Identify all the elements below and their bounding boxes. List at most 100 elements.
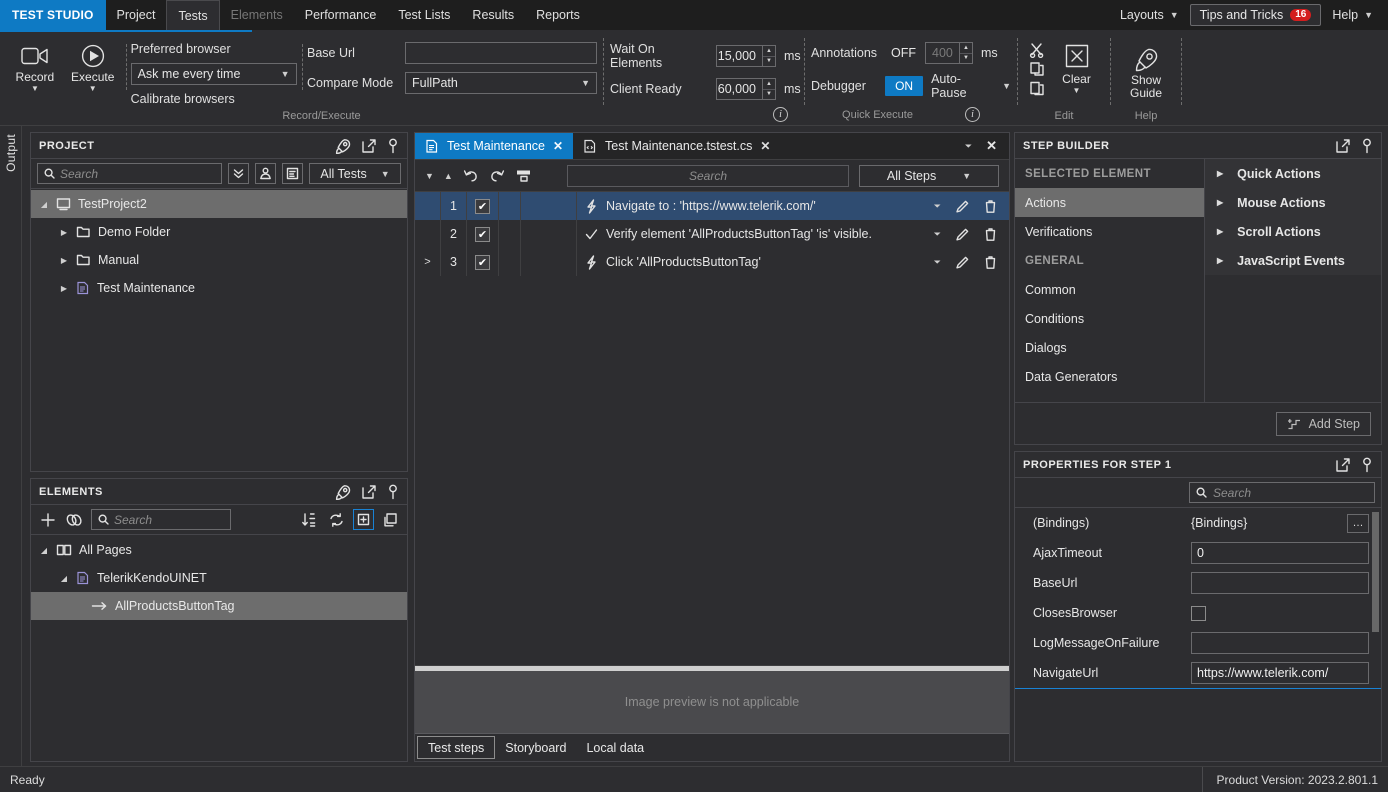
row-expander[interactable]: [415, 192, 441, 220]
chevron-down-icon[interactable]: ⏷: [934, 257, 941, 268]
add-step-button[interactable]: Add Step: [1275, 411, 1371, 436]
group-quick-actions[interactable]: ▶ Quick Actions: [1205, 159, 1381, 188]
edit-pencil-icon[interactable]: [955, 227, 970, 242]
twisty-open-icon[interactable]: ◢: [59, 574, 69, 583]
delete-trash-icon[interactable]: [984, 199, 997, 214]
add-element-icon[interactable]: [37, 509, 58, 530]
record-button[interactable]: Record ▼: [6, 36, 64, 93]
category-item-dialogs[interactable]: Dialogs: [1015, 333, 1204, 362]
properties-search-input[interactable]: Search: [1189, 482, 1375, 503]
step-enabled-checkbox[interactable]: ✔: [467, 248, 499, 276]
annotations-toggle[interactable]: OFF: [887, 46, 917, 60]
twisty-open-icon[interactable]: ◢: [39, 546, 49, 555]
chevron-down-icon[interactable]: ⏷: [934, 229, 941, 240]
duplicate-icon[interactable]: [380, 509, 401, 530]
twisty-closed-icon[interactable]: ▶: [59, 284, 69, 293]
pin-icon[interactable]: [387, 138, 399, 154]
rocket-icon[interactable]: [334, 484, 351, 500]
refresh-icon[interactable]: [326, 509, 347, 530]
property-value-input[interactable]: [1191, 572, 1369, 594]
table-row[interactable]: > 3 ✔ Click 'AllProductsButtonTag' ⏷: [415, 248, 1009, 276]
twisty-closed-icon[interactable]: ▶: [59, 228, 69, 237]
link-element-icon[interactable]: [64, 509, 85, 530]
menu-item-project[interactable]: Project: [106, 0, 167, 30]
tab-test-maintenance[interactable]: Test Maintenance ✕: [415, 133, 574, 159]
add-page-icon[interactable]: [353, 509, 374, 530]
group-scroll-actions[interactable]: ▶ Scroll Actions: [1205, 217, 1381, 246]
close-icon[interactable]: ✕: [760, 139, 770, 153]
pin-icon[interactable]: [387, 484, 399, 500]
help-menu[interactable]: Help ▼: [1323, 4, 1382, 26]
bottom-tab-storyboard[interactable]: Storyboard: [495, 734, 576, 761]
open-external-icon[interactable]: [1335, 457, 1351, 473]
menu-item-performance[interactable]: Performance: [294, 0, 388, 30]
sort-az-icon[interactable]: [299, 509, 320, 530]
bottom-tab-test-steps[interactable]: Test steps: [417, 736, 496, 759]
client-ready-stepper[interactable]: 60,000 ▲ ▼: [716, 78, 776, 100]
edit-pencil-icon[interactable]: [955, 199, 970, 214]
elements-tree-item-allproductsbuttontag[interactable]: AllProductsButtonTag: [31, 592, 407, 620]
project-tree-item-testproject2[interactable]: ◢ TestProject2: [31, 190, 407, 218]
paste-icon[interactable]: [1029, 80, 1046, 96]
step-group-icon[interactable]: [515, 168, 532, 183]
project-tree-item-demo-folder[interactable]: ▶ Demo Folder: [31, 218, 407, 246]
debugger-toggle[interactable]: ON: [885, 76, 924, 96]
properties-scrollbar[interactable]: [1372, 512, 1379, 632]
group-javascript-events[interactable]: ▶ JavaScript Events: [1205, 246, 1381, 275]
base-url-input[interactable]: [405, 42, 597, 64]
group-mouse-actions[interactable]: ▶ Mouse Actions: [1205, 188, 1381, 217]
close-editor-icon[interactable]: ✕: [986, 138, 997, 154]
list-view-icon[interactable]: [282, 163, 303, 184]
output-rail[interactable]: Output: [0, 126, 22, 766]
row-expander[interactable]: [415, 220, 441, 248]
chevron-down-icon[interactable]: ⏷: [934, 201, 941, 212]
twisty-open-icon[interactable]: ◢: [39, 200, 49, 209]
menu-item-elements[interactable]: Elements: [220, 0, 294, 30]
open-external-icon[interactable]: [361, 138, 377, 154]
tips-and-tricks-button[interactable]: Tips and Tricks 16: [1189, 4, 1322, 26]
category-item-verifications[interactable]: Verifications: [1015, 217, 1204, 246]
timeouts-info-icon[interactable]: i: [773, 107, 788, 122]
rocket-icon[interactable]: [334, 138, 351, 154]
table-row[interactable]: 2 ✔ Verify element 'AllProductsButtonTag…: [415, 220, 1009, 248]
execute-button[interactable]: Execute ▼: [64, 36, 122, 93]
preferred-browser-select[interactable]: Ask me every time ▼: [130, 63, 297, 85]
bindings-ellipsis-button[interactable]: …: [1347, 513, 1369, 533]
project-tree-item-manual[interactable]: ▶ Manual: [31, 246, 407, 274]
collapse-all-icon[interactable]: [228, 163, 249, 184]
menu-item-results[interactable]: Results: [461, 0, 525, 30]
move-up-icon[interactable]: ▲: [444, 171, 453, 181]
category-item-common[interactable]: Common: [1015, 275, 1204, 304]
compare-mode-select[interactable]: FullPath ▼: [405, 72, 597, 94]
user-filter-icon[interactable]: [255, 163, 276, 184]
step-enabled-checkbox[interactable]: ✔: [467, 220, 499, 248]
delete-trash-icon[interactable]: [984, 227, 997, 242]
property-value-input[interactable]: https://www.telerik.com/: [1191, 662, 1369, 684]
project-search-input[interactable]: Search: [37, 163, 222, 184]
spinner-up-icon[interactable]: ▲: [763, 46, 775, 57]
elements-tree-item-telerikkendouinet[interactable]: ◢ TelerikKendoUINET: [31, 564, 407, 592]
delete-trash-icon[interactable]: [984, 255, 997, 270]
menu-item-tests[interactable]: Tests: [166, 0, 220, 31]
spinner-down-icon[interactable]: ▼: [763, 90, 775, 100]
row-expander[interactable]: >: [415, 248, 441, 276]
spinner-up-icon[interactable]: ▲: [763, 79, 775, 90]
twisty-closed-icon[interactable]: ▶: [59, 256, 69, 265]
annotations-delay-stepper[interactable]: 400 ▲ ▼: [925, 42, 973, 64]
property-value-checkbox[interactable]: [1191, 605, 1206, 621]
elements-search-input[interactable]: Search: [91, 509, 231, 530]
redo-icon[interactable]: [489, 168, 505, 183]
open-external-icon[interactable]: [361, 484, 377, 500]
category-item-conditions[interactable]: Conditions: [1015, 304, 1204, 333]
auto-pause-menu[interactable]: Auto-Pause ▼: [931, 72, 1011, 100]
clear-button[interactable]: Clear ▼: [1054, 40, 1100, 95]
wait-on-elements-stepper[interactable]: 15,000 ▲ ▼: [716, 45, 776, 67]
project-tree-item-test-maintenance[interactable]: ▶ Test Maintenance: [31, 274, 407, 302]
spinner-down-icon[interactable]: ▼: [960, 54, 972, 64]
pin-icon[interactable]: [1361, 138, 1373, 154]
menu-item-test-lists[interactable]: Test Lists: [387, 0, 461, 30]
steps-search-input[interactable]: Search: [567, 164, 849, 187]
spinner-down-icon[interactable]: ▼: [763, 57, 775, 67]
pin-icon[interactable]: [1361, 457, 1373, 473]
undo-icon[interactable]: [463, 168, 479, 183]
